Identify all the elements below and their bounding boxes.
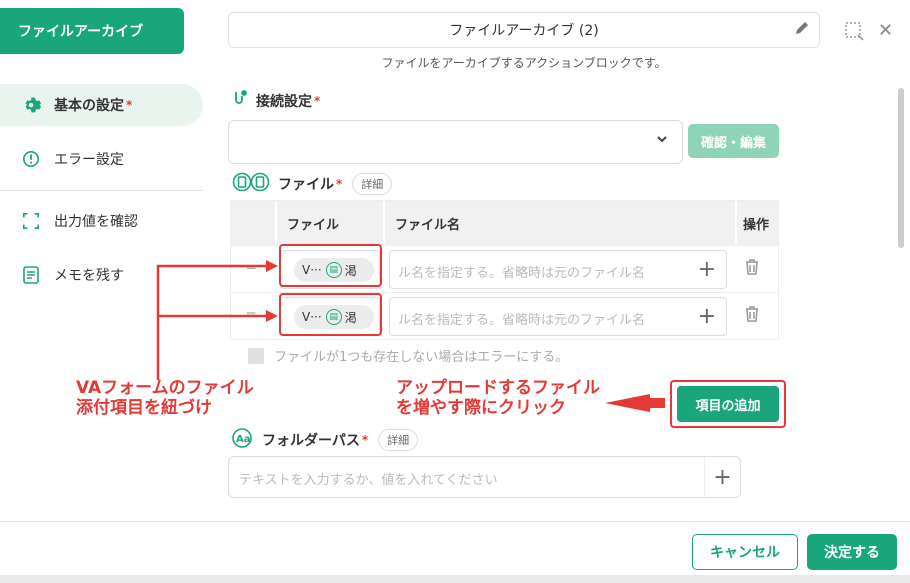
plus-icon[interactable]: +	[704, 457, 740, 497]
detail-badge[interactable]: 詳細	[378, 429, 419, 451]
annotation-left: VAフォームのファイル 添付項目を紐づけ	[76, 378, 254, 418]
required-mark: *	[361, 433, 369, 447]
text-aa-icon: Aa	[232, 428, 254, 452]
svg-text:Aa: Aa	[236, 434, 251, 445]
window-bottom-edge	[0, 575, 910, 583]
folder-path-input[interactable]: テキストを入力するか、値を入れてください +	[228, 456, 741, 498]
footer-divider	[0, 521, 910, 522]
folder-path-section-title: Aa フォルダーパス * 詳細	[232, 428, 419, 452]
submit-button[interactable]: 決定する	[807, 534, 897, 570]
cancel-button[interactable]: キャンセル	[692, 534, 798, 570]
add-item-button[interactable]: 項目の追加	[677, 386, 779, 422]
scrollbar[interactable]	[898, 88, 904, 248]
annotation-right: アップロードするファイル を増やす際にクリック	[396, 378, 600, 418]
